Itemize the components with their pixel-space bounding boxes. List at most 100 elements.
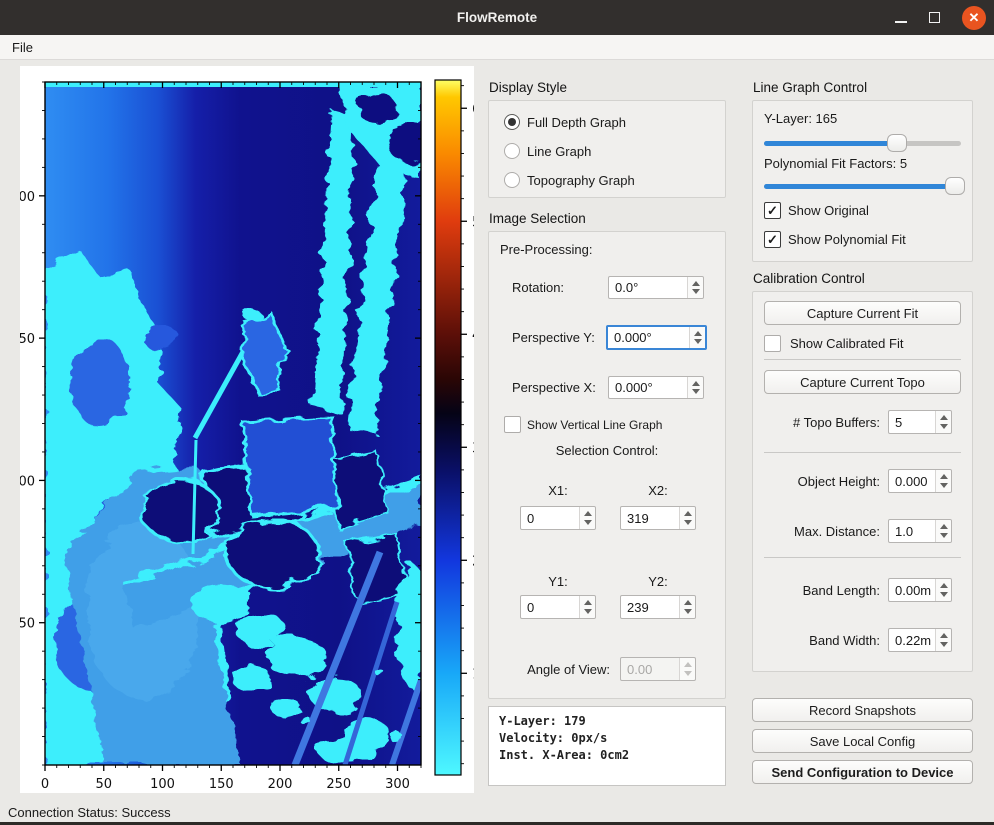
y2-label: Y2: — [620, 574, 696, 589]
capture-current-fit-button[interactable]: Capture Current Fit — [764, 301, 961, 325]
show-calibrated-fit-label: Show Calibrated Fit — [790, 336, 903, 351]
spin-up-icon[interactable] — [584, 600, 592, 605]
poly-fit-slider[interactable] — [764, 177, 961, 195]
svg-text:5: 5 — [472, 214, 474, 230]
app-window: FlowRemote ✕ File 0501001502002503005010… — [0, 0, 994, 825]
band-length-spinbox[interactable]: 0.00m — [888, 578, 952, 602]
save-local-config-button[interactable]: Save Local Config — [752, 729, 973, 753]
max-distance-spinbox[interactable]: 1.0 — [888, 519, 952, 543]
radio-line-graph[interactable] — [504, 143, 520, 159]
band-width-spinbox[interactable]: 0.22m — [888, 628, 952, 652]
perspective-x-spinbox[interactable]: 0.000° — [608, 376, 704, 399]
close-icon[interactable]: ✕ — [962, 6, 986, 30]
show-original-checkbox[interactable]: ✓ — [764, 202, 781, 219]
band-width-value: 0.22m — [889, 629, 935, 651]
spin-up-icon[interactable] — [684, 600, 692, 605]
spin-up-icon — [684, 662, 692, 667]
spin-down-icon[interactable] — [940, 642, 948, 647]
spin-down-icon[interactable] — [940, 424, 948, 429]
spin-down-icon[interactable] — [940, 533, 948, 538]
y2-value: 239 — [621, 596, 679, 618]
spin-down-icon[interactable] — [692, 289, 700, 294]
y1-spinbox[interactable]: 0 — [520, 595, 596, 619]
show-calibrated-fit-checkbox[interactable]: ✓ — [764, 335, 781, 352]
radio-full-depth-graph[interactable] — [504, 114, 520, 130]
readout-velocity: Velocity: 0px/s — [499, 730, 715, 747]
slider-handle[interactable] — [945, 177, 965, 195]
spin-down-icon[interactable] — [694, 339, 702, 344]
y-layer-slider[interactable] — [764, 134, 961, 152]
svg-text:2: 2 — [472, 553, 474, 569]
perspective-y-spinbox[interactable]: 0.000° — [606, 325, 707, 350]
spin-down-icon[interactable] — [584, 520, 592, 525]
capture-current-topo-button[interactable]: Capture Current Topo — [764, 370, 961, 394]
spin-down-icon[interactable] — [940, 483, 948, 488]
selection-control-label: Selection Control: — [488, 443, 726, 458]
show-vertical-line-checkbox[interactable]: ✓ — [504, 416, 521, 433]
menu-bar: File — [0, 35, 994, 60]
spin-down-icon — [684, 671, 692, 676]
slider-fill — [764, 141, 897, 146]
maximize-icon[interactable] — [929, 12, 940, 23]
radio-line-graph-label: Line Graph — [527, 144, 591, 159]
x2-label: X2: — [620, 483, 696, 498]
x1-spinbox[interactable]: 0 — [520, 506, 596, 530]
radio-full-depth-label: Full Depth Graph — [527, 115, 626, 130]
menu-file[interactable]: File — [0, 40, 45, 55]
spin-down-icon[interactable] — [684, 609, 692, 614]
rotation-spinbox[interactable]: 0.0° — [608, 276, 704, 299]
send-configuration-button[interactable]: Send Configuration to Device — [752, 760, 973, 784]
topo-buffers-label: # Topo Buffers: — [740, 415, 880, 430]
perspective-y-label: Perspective Y: — [512, 330, 595, 345]
display-style-title: Display Style — [489, 80, 567, 95]
spin-up-icon[interactable] — [694, 331, 702, 336]
spin-up-icon[interactable] — [692, 381, 700, 386]
svg-text:4: 4 — [472, 327, 474, 343]
minimize-icon[interactable] — [895, 21, 907, 23]
svg-text:1: 1 — [472, 666, 474, 682]
check-icon: ✓ — [767, 204, 778, 217]
calibration-control-title: Calibration Control — [753, 271, 865, 286]
slider-fill — [764, 184, 955, 189]
svg-text:150: 150 — [20, 332, 35, 347]
radio-dot-icon — [508, 118, 516, 126]
spin-up-icon[interactable] — [692, 281, 700, 286]
object-height-spinbox[interactable]: 0.000 — [888, 469, 952, 493]
spin-up-icon[interactable] — [940, 633, 948, 638]
y1-value: 0 — [521, 596, 579, 618]
spin-down-icon[interactable] — [692, 389, 700, 394]
spin-down-icon[interactable] — [940, 592, 948, 597]
y2-spinbox[interactable]: 239 — [620, 595, 696, 619]
band-length-label: Band Length: — [740, 583, 880, 598]
spin-up-icon[interactable] — [940, 583, 948, 588]
y1-label: Y1: — [520, 574, 596, 589]
spin-up-icon[interactable] — [940, 474, 948, 479]
readout-y-layer: Y-Layer: 179 — [499, 713, 715, 730]
spin-down-icon[interactable] — [684, 520, 692, 525]
object-height-label: Object Height: — [740, 474, 880, 489]
title-bar: FlowRemote ✕ — [0, 0, 994, 35]
radio-topography-graph[interactable] — [504, 172, 520, 188]
connection-status: Connection Status: Success — [8, 805, 171, 820]
svg-text:0: 0 — [41, 777, 49, 792]
x2-value: 319 — [621, 507, 679, 529]
x2-spinbox[interactable]: 319 — [620, 506, 696, 530]
angle-of-view-label: Angle of View: — [488, 662, 610, 677]
spin-up-icon[interactable] — [684, 511, 692, 516]
perspective-y-value: 0.000° — [608, 327, 689, 348]
spin-up-icon[interactable] — [940, 524, 948, 529]
spin-up-icon[interactable] — [584, 511, 592, 516]
image-selection-title: Image Selection — [489, 211, 586, 226]
band-width-label: Band Width: — [740, 633, 880, 648]
topo-buffers-spinbox[interactable]: 5 — [888, 410, 952, 434]
show-vertical-line-label: Show Vertical Line Graph — [527, 418, 662, 432]
slider-handle[interactable] — [887, 134, 907, 152]
show-polynomial-checkbox[interactable]: ✓ — [764, 231, 781, 248]
record-snapshots-button[interactable]: Record Snapshots — [752, 698, 973, 722]
svg-text:6: 6 — [472, 101, 474, 117]
readout-panel: Y-Layer: 179 Velocity: 0px/s Inst. X-Are… — [488, 706, 726, 786]
spin-down-icon[interactable] — [584, 609, 592, 614]
perspective-x-value: 0.000° — [609, 377, 687, 398]
depth-heatmap-plot: 05010015020025030050100150200123456 — [20, 66, 474, 793]
spin-up-icon[interactable] — [940, 415, 948, 420]
